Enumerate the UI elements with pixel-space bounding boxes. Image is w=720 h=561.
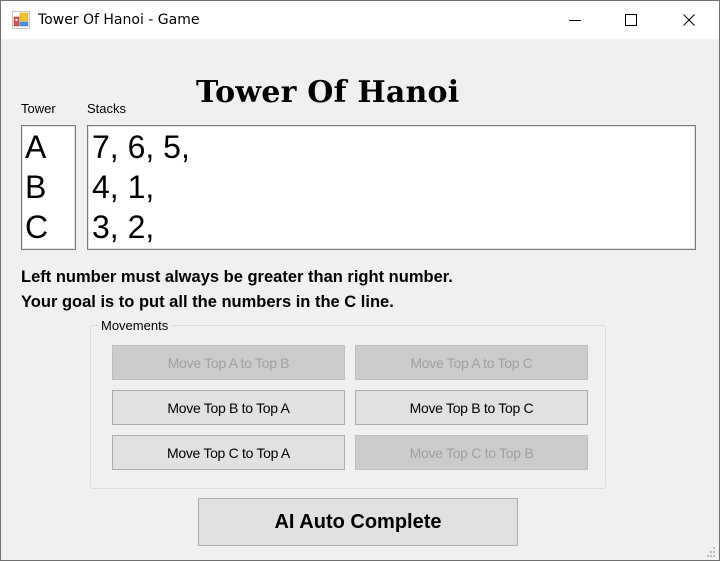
close-button[interactable] bbox=[660, 1, 718, 39]
game-title: Tower Of Hanoi bbox=[196, 75, 460, 110]
resize-grip-icon[interactable] bbox=[704, 545, 716, 557]
stack-c: 3, 2, bbox=[92, 209, 155, 245]
maximize-icon bbox=[625, 14, 637, 26]
tower-names-textbox[interactable]: A B C bbox=[21, 125, 76, 250]
stack-b: 4, 1, bbox=[92, 169, 155, 205]
minimize-button[interactable] bbox=[546, 1, 604, 39]
tower-label: Tower bbox=[21, 101, 56, 116]
ai-auto-complete-button[interactable]: AI Auto Complete bbox=[198, 498, 518, 546]
move-b-to-c-button[interactable]: Move Top B to Top C bbox=[355, 390, 588, 425]
instruction-goal: Your goal is to put all the numbers in t… bbox=[21, 293, 394, 311]
maximize-button[interactable] bbox=[602, 1, 660, 39]
app-icon bbox=[12, 11, 30, 29]
tower-name-a: A bbox=[25, 129, 47, 165]
stacks-textbox[interactable]: 7, 6, 5, 4, 1, 3, 2, bbox=[87, 125, 696, 250]
close-icon bbox=[683, 14, 695, 26]
title-bar[interactable]: Tower Of Hanoi - Game bbox=[1, 1, 719, 39]
app-window: Tower Of Hanoi - Game Tower Of Hanoi Tow… bbox=[0, 0, 720, 561]
move-a-to-c-button[interactable]: Move Top A to Top C bbox=[355, 345, 588, 380]
minimize-icon bbox=[569, 14, 581, 26]
move-c-to-b-button[interactable]: Move Top C to Top B bbox=[355, 435, 588, 470]
stacks-label: Stacks bbox=[87, 101, 127, 116]
window-title: Tower Of Hanoi - Game bbox=[38, 12, 200, 28]
instruction-rule: Left number must always be greater than … bbox=[21, 268, 453, 286]
tower-name-c: C bbox=[25, 209, 49, 245]
instructions: Left number must always be greater than … bbox=[21, 265, 453, 315]
movements-legend: Movements bbox=[99, 318, 172, 334]
move-c-to-a-button[interactable]: Move Top C to Top A bbox=[112, 435, 345, 470]
tower-name-b: B bbox=[25, 169, 47, 205]
move-a-to-b-button[interactable]: Move Top A to Top B bbox=[112, 345, 345, 380]
stack-a: 7, 6, 5, bbox=[92, 129, 190, 165]
move-b-to-a-button[interactable]: Move Top B to Top A bbox=[112, 390, 345, 425]
